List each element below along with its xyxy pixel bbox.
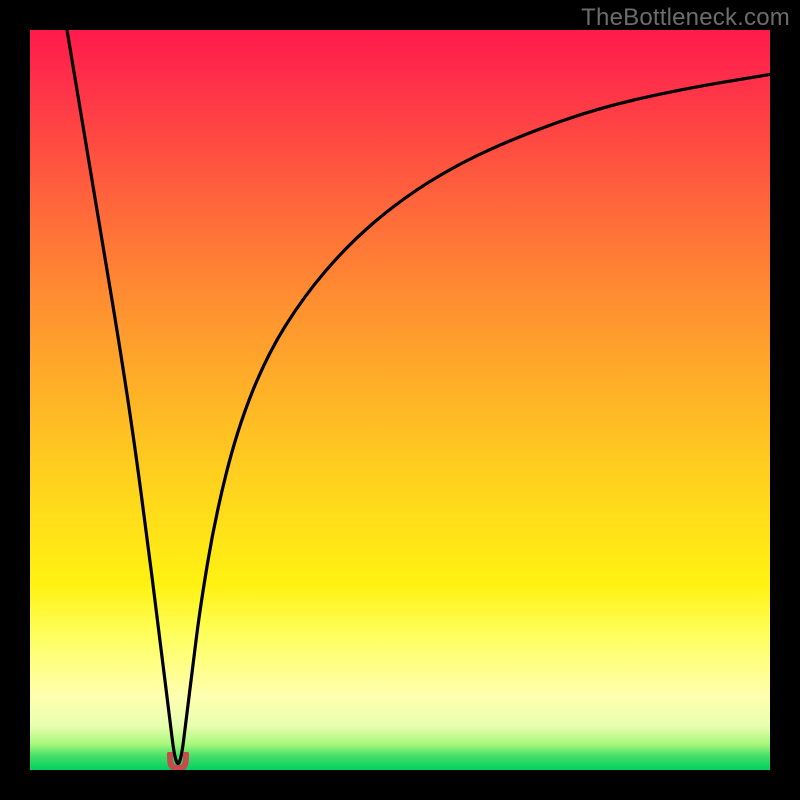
plot-area xyxy=(30,30,770,770)
watermark-text: TheBottleneck.com xyxy=(581,4,790,32)
chart-frame: TheBottleneck.com xyxy=(0,0,800,800)
bottleneck-curve xyxy=(30,30,770,770)
